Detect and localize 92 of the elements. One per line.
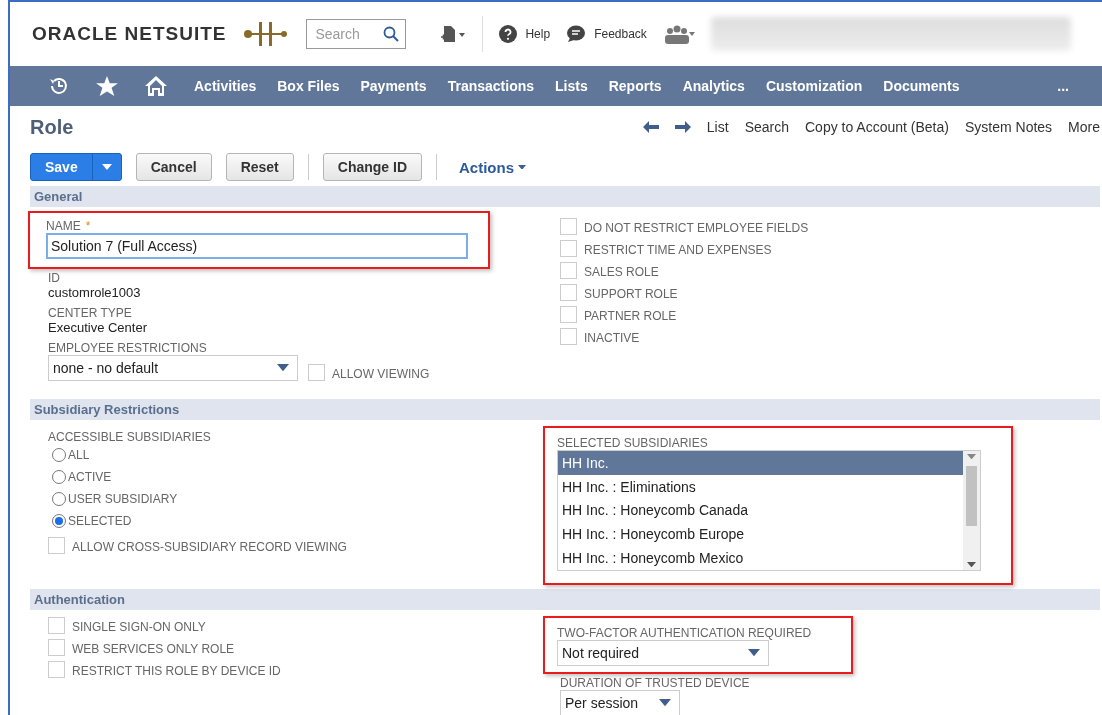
field-label: SELECTED SUBSIDIARIES	[557, 436, 709, 450]
star-icon[interactable]	[96, 75, 118, 97]
document-menu-icon[interactable]	[440, 25, 467, 43]
checkbox[interactable]	[48, 537, 65, 554]
section-title: General	[34, 189, 83, 204]
checkbox[interactable]	[560, 284, 577, 301]
list-item[interactable]: HH Inc. : Honeycomb Canada	[558, 498, 963, 523]
help-link[interactable]: Help	[525, 27, 551, 41]
caret-icon	[277, 364, 289, 372]
checkbox-label: SINGLE SIGN-ON ONLY	[72, 620, 206, 634]
field-label: DURATION OF TRUSTED DEVICE	[560, 676, 751, 690]
radio-label: SELECTED	[68, 514, 132, 528]
scroll-up-icon	[967, 454, 976, 460]
chat-bubble-icon[interactable]	[566, 25, 587, 43]
toolbar-button[interactable]: Change ID	[322, 153, 422, 181]
checkbox[interactable]	[560, 240, 577, 257]
checkbox[interactable]	[48, 661, 65, 678]
checkbox-label: INACTIVE	[584, 331, 640, 345]
checkbox-label: RESTRICT THIS ROLE BY DEVICE ID	[72, 664, 281, 678]
checkbox-label: WEB SERVICES ONLY ROLE	[72, 642, 235, 656]
page-link[interactable]: Search	[744, 119, 789, 135]
checkbox-label: RESTRICT TIME AND EXPENSES	[584, 243, 772, 257]
nav-menu-item[interactable]: Transactions	[447, 78, 535, 94]
page-link[interactable]: Copy to Account (Beta)	[805, 119, 949, 135]
home-icon[interactable]	[144, 75, 168, 97]
radio-label: ACTIVE	[68, 470, 112, 484]
search-field[interactable]: Search	[306, 19, 407, 49]
brand-logo: ORACLE NETSUITE	[32, 23, 227, 45]
toolbar-button[interactable]: Cancel	[135, 153, 212, 181]
scrollbar[interactable]	[963, 451, 980, 570]
forward-arrow-icon[interactable]	[674, 121, 691, 133]
back-arrow-icon[interactable]	[642, 121, 659, 133]
employee-restrictions-dropdown[interactable]: none - no default	[48, 355, 298, 381]
feedback-link[interactable]: Feedback	[594, 27, 647, 41]
radio-label: ALL	[68, 448, 90, 462]
checkbox-label: SALES ROLE	[584, 265, 659, 279]
list-item[interactable]: HH Inc. : Eliminations	[558, 474, 963, 499]
caret-icon	[659, 699, 671, 707]
nav-menu-item[interactable]: Activities	[194, 78, 257, 94]
list-item[interactable]: HH Inc.	[558, 451, 963, 475]
nav-menu-item[interactable]: Documents	[883, 78, 960, 94]
subsidiary-list[interactable]: HH Inc. HH Inc. : Eliminations HH Inc. : Honeycomb Canada HH Inc. : Honeycomb Europe HH Inc. : Honeycomb Mexico	[557, 450, 981, 571]
checkbox-label: ALLOW VIEWING	[332, 367, 430, 381]
trusted-device-dropdown[interactable]: Per session	[560, 690, 680, 715]
nav-menu-item[interactable]: Box Files	[277, 78, 340, 94]
help-icon[interactable]	[499, 25, 518, 43]
two-factor-dropdown[interactable]: Not required	[557, 640, 769, 666]
field-value: Executive Center	[48, 320, 148, 335]
checkbox[interactable]	[560, 328, 577, 345]
nav-menu-item[interactable]: Customization	[765, 78, 863, 94]
people-menu-icon[interactable]	[662, 24, 695, 44]
checkbox[interactable]	[308, 364, 325, 381]
name-input-field[interactable]: Solution 7 (Full Access)	[46, 233, 468, 259]
more-menu-item[interactable]: ...	[1057, 78, 1069, 94]
toolbar-button[interactable]: Reset	[225, 153, 294, 181]
checkbox[interactable]	[560, 306, 577, 323]
field-label: CENTER TYPE	[48, 306, 133, 320]
field-label: ACCESSIBLE SUBSIDIARIES	[48, 430, 212, 444]
nav-menu-item[interactable]: Payments	[360, 78, 427, 94]
caret-icon	[748, 649, 760, 657]
checkbox[interactable]	[560, 262, 577, 279]
field-label: EMPLOYEE RESTRICTIONS	[48, 341, 208, 355]
field-label: NAME *	[46, 219, 92, 233]
field-label: TWO-FACTOR AUTHENTICATION REQUIRED	[557, 626, 813, 640]
section-title: Subsidiary Restrictions	[34, 402, 180, 417]
list-item[interactable]: HH Inc. : Honeycomb Europe	[558, 522, 963, 547]
save-button[interactable]: Save	[30, 153, 122, 181]
nav-menu-item[interactable]: Reports	[608, 78, 662, 94]
field-label: ID	[48, 271, 61, 285]
page-title: Role	[30, 115, 74, 139]
caret-icon	[518, 164, 526, 170]
checkbox-label: ALLOW CROSS-SUBSIDIARY RECORD VIEWING	[72, 540, 347, 554]
scroll-down-icon	[967, 561, 976, 567]
search-icon	[383, 26, 400, 42]
nav-menu-item[interactable]: Analytics	[682, 78, 745, 94]
field-value: customrole1003	[48, 285, 142, 300]
recent-clock-icon[interactable]	[48, 75, 70, 97]
section-title: Authentication	[34, 592, 125, 607]
actions-menu[interactable]: Actions	[459, 158, 526, 176]
checkbox-label: SUPPORT ROLE	[584, 287, 678, 301]
checkbox[interactable]	[48, 617, 65, 634]
checkbox[interactable]	[560, 218, 577, 235]
page-link[interactable]: System Notes	[964, 119, 1053, 135]
page-link[interactable]: List	[706, 119, 729, 135]
page-link[interactable]: More	[1068, 119, 1100, 135]
checkbox-label: DO NOT RESTRICT EMPLOYEE FIELDS	[584, 221, 809, 235]
nav-menu-item[interactable]: Lists	[555, 78, 588, 94]
dropdown-caret-icon	[101, 164, 112, 170]
checkbox[interactable]	[48, 639, 65, 656]
radio-label: USER SUBSIDIARY	[68, 492, 178, 506]
checkbox-label: PARTNER ROLE	[584, 309, 677, 323]
list-item[interactable]: HH Inc. : Honeycomb Mexico	[558, 546, 963, 570]
